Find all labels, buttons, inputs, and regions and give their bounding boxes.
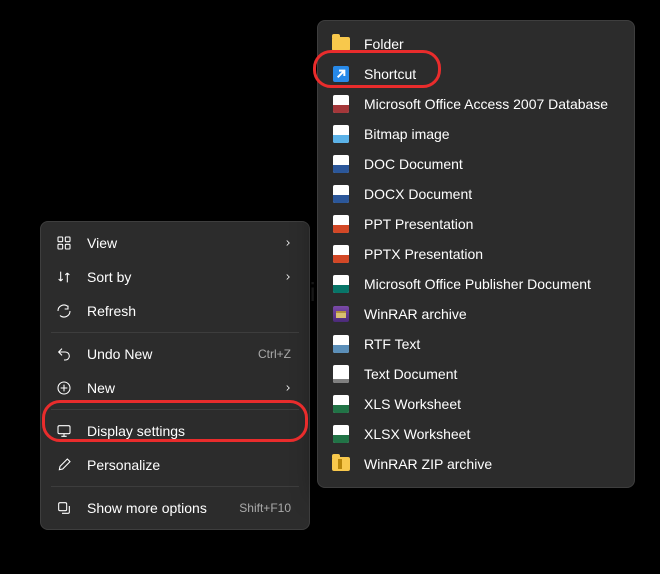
- submenu-item-folder[interactable]: Folder: [322, 29, 630, 59]
- xls-file-icon: [332, 395, 350, 413]
- winrar-file-icon: [332, 305, 350, 323]
- display-settings-icon: [55, 422, 73, 440]
- submenu-label: Microsoft Office Access 2007 Database: [364, 96, 620, 112]
- submenu-label: XLS Worksheet: [364, 396, 620, 412]
- sort-icon: [55, 268, 73, 286]
- menu-divider: [51, 332, 299, 333]
- bitmap-file-icon: [332, 125, 350, 143]
- submenu-label: RTF Text: [364, 336, 620, 352]
- submenu-item-bitmap[interactable]: Bitmap image: [322, 119, 630, 149]
- submenu-item-xls[interactable]: XLS Worksheet: [322, 389, 630, 419]
- menu-item-sort-by[interactable]: Sort by: [45, 260, 305, 294]
- submenu-item-ppt[interactable]: PPT Presentation: [322, 209, 630, 239]
- new-icon: [55, 379, 73, 397]
- menu-label: View: [87, 235, 269, 251]
- submenu-label: WinRAR ZIP archive: [364, 456, 620, 472]
- menu-item-view[interactable]: View: [45, 226, 305, 260]
- submenu-item-rtf[interactable]: RTF Text: [322, 329, 630, 359]
- rtf-file-icon: [332, 335, 350, 353]
- menu-label: Show more options: [87, 500, 225, 516]
- menu-item-show-more-options[interactable]: Show more options Shift+F10: [45, 491, 305, 525]
- menu-item-refresh[interactable]: Refresh: [45, 294, 305, 328]
- submenu-label: Bitmap image: [364, 126, 620, 142]
- submenu-label: WinRAR archive: [364, 306, 620, 322]
- submenu-label: DOC Document: [364, 156, 620, 172]
- submenu-item-doc[interactable]: DOC Document: [322, 149, 630, 179]
- chevron-right-icon: [283, 383, 293, 393]
- submenu-label: Microsoft Office Publisher Document: [364, 276, 620, 292]
- submenu-label: PPT Presentation: [364, 216, 620, 232]
- submenu-item-winrar-zip[interactable]: WinRAR ZIP archive: [322, 449, 630, 479]
- submenu-item-winrar[interactable]: WinRAR archive: [322, 299, 630, 329]
- submenu-label: PPTX Presentation: [364, 246, 620, 262]
- undo-icon: [55, 345, 73, 363]
- submenu-item-xlsx[interactable]: XLSX Worksheet: [322, 419, 630, 449]
- menu-label: Undo New: [87, 346, 244, 362]
- text-file-icon: [332, 365, 350, 383]
- zip-folder-icon: [332, 455, 350, 473]
- submenu-item-publisher[interactable]: Microsoft Office Publisher Document: [322, 269, 630, 299]
- menu-shortcut: Ctrl+Z: [258, 347, 291, 361]
- menu-label: Refresh: [87, 303, 295, 319]
- doc-file-icon: [332, 155, 350, 173]
- personalize-icon: [55, 456, 73, 474]
- menu-label: Sort by: [87, 269, 269, 285]
- submenu-label: Folder: [364, 36, 620, 52]
- menu-item-new[interactable]: New: [45, 371, 305, 405]
- submenu-label: Text Document: [364, 366, 620, 382]
- menu-item-display-settings[interactable]: Display settings: [45, 414, 305, 448]
- ppt-file-icon: [332, 215, 350, 233]
- docx-file-icon: [332, 185, 350, 203]
- access-file-icon: [332, 95, 350, 113]
- refresh-icon: [55, 302, 73, 320]
- submenu-item-pptx[interactable]: PPTX Presentation: [322, 239, 630, 269]
- new-submenu: Folder Shortcut Microsoft Office Access …: [317, 20, 635, 488]
- chevron-right-icon: [283, 238, 293, 248]
- menu-label: Display settings: [87, 423, 295, 439]
- submenu-item-text[interactable]: Text Document: [322, 359, 630, 389]
- menu-label: New: [87, 380, 269, 396]
- folder-icon: [332, 35, 350, 53]
- chevron-right-icon: [283, 272, 293, 282]
- menu-item-personalize[interactable]: Personalize: [45, 448, 305, 482]
- view-icon: [55, 234, 73, 252]
- submenu-label: DOCX Document: [364, 186, 620, 202]
- pptx-file-icon: [332, 245, 350, 263]
- submenu-label: XLSX Worksheet: [364, 426, 620, 442]
- desktop-context-menu: View Sort by Refresh Undo New: [40, 221, 310, 530]
- menu-item-undo-new[interactable]: Undo New Ctrl+Z: [45, 337, 305, 371]
- menu-label: Personalize: [87, 457, 295, 473]
- submenu-item-access-database[interactable]: Microsoft Office Access 2007 Database: [322, 89, 630, 119]
- show-more-options-icon: [55, 499, 73, 517]
- submenu-item-docx[interactable]: DOCX Document: [322, 179, 630, 209]
- submenu-label: Shortcut: [364, 66, 620, 82]
- menu-divider: [51, 486, 299, 487]
- shortcut-arrow-icon: [332, 65, 350, 83]
- publisher-file-icon: [332, 275, 350, 293]
- menu-shortcut: Shift+F10: [239, 501, 291, 515]
- menu-divider: [51, 409, 299, 410]
- xlsx-file-icon: [332, 425, 350, 443]
- submenu-item-shortcut[interactable]: Shortcut: [322, 59, 630, 89]
